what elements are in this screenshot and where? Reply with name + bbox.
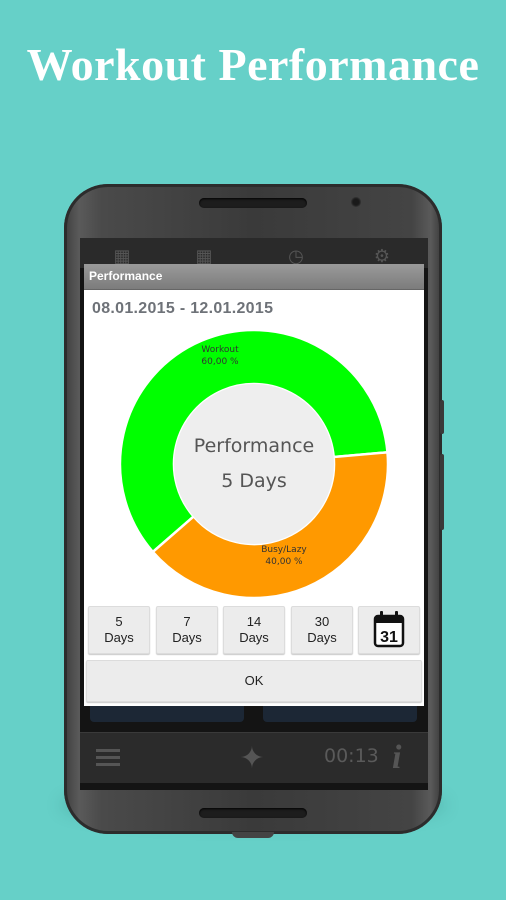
slice-label-name: Busy/Lazy — [261, 545, 307, 555]
background-list-item — [263, 704, 417, 722]
donut-svg: Performance 5 Days Workout 60,00 % Busy/La… — [120, 330, 388, 598]
center-title: Performance — [194, 435, 314, 457]
days-7-button[interactable]: 7 Days — [156, 606, 218, 654]
days-14-button[interactable]: 14 Days — [223, 606, 285, 654]
slice-label-value: 40,00 % — [265, 557, 303, 567]
menu-icon — [96, 749, 120, 767]
info-icon: i — [392, 739, 402, 776]
background-list-item — [90, 704, 244, 722]
clock-icon: ◷ — [288, 246, 304, 266]
calendar-icon: 31 — [373, 611, 405, 648]
background-bottom-bar: ✦ 00:13 i — [80, 732, 428, 783]
speaker-grille-top — [199, 198, 307, 208]
days-5-button[interactable]: 5 Days — [88, 606, 150, 654]
workout-timer: 00:13 — [324, 745, 379, 767]
days-5-unit: Days — [104, 630, 134, 645]
date-range: 08.01.2015 - 12.01.2015 — [92, 300, 274, 317]
days-selector-row: 5 Days 7 Days 14 Days 30 Days 31 — [84, 606, 424, 654]
days-14-unit: Days — [239, 630, 269, 645]
calendar-week-icon: ▦ — [195, 246, 213, 266]
calendar-icon: ▦ — [113, 246, 131, 266]
person-figure-icon: ✦ — [239, 742, 265, 775]
power-button — [440, 454, 444, 530]
dialog-title-bar: Performance — [84, 264, 424, 290]
speaker-grille-bottom — [199, 808, 307, 818]
promo-headline: Workout Performance — [26, 39, 480, 90]
performance-donut-chart: Performance 5 Days Workout 60,00 % Busy/La… — [120, 330, 388, 598]
front-camera — [351, 197, 361, 207]
gear-icon: ⚙ — [373, 246, 391, 266]
donut-center — [174, 384, 334, 544]
performance-dialog: Performance 08.01.2015 - 12.01.2015 Perf… — [84, 264, 424, 706]
days-30-unit: Days — [307, 630, 337, 645]
days-7-unit: Days — [172, 630, 202, 645]
slice-label-value: 60,00 % — [201, 357, 239, 367]
calendar-day-number: 31 — [380, 629, 398, 646]
center-days: 5 Days — [221, 470, 287, 492]
ok-button[interactable]: OK — [86, 660, 422, 702]
days-14-number: 14 — [246, 614, 262, 629]
days-30-button[interactable]: 30 Days — [291, 606, 353, 654]
days-30-number: 30 — [314, 614, 330, 629]
days-5-number: 5 — [115, 614, 123, 629]
phone-bottom-notch — [232, 832, 274, 838]
calendar-button[interactable]: 31 — [358, 606, 420, 654]
dialog-title: Performance — [89, 269, 163, 283]
volume-button — [440, 400, 444, 434]
slice-label-name: Workout — [201, 345, 239, 355]
days-7-number: 7 — [183, 614, 191, 629]
